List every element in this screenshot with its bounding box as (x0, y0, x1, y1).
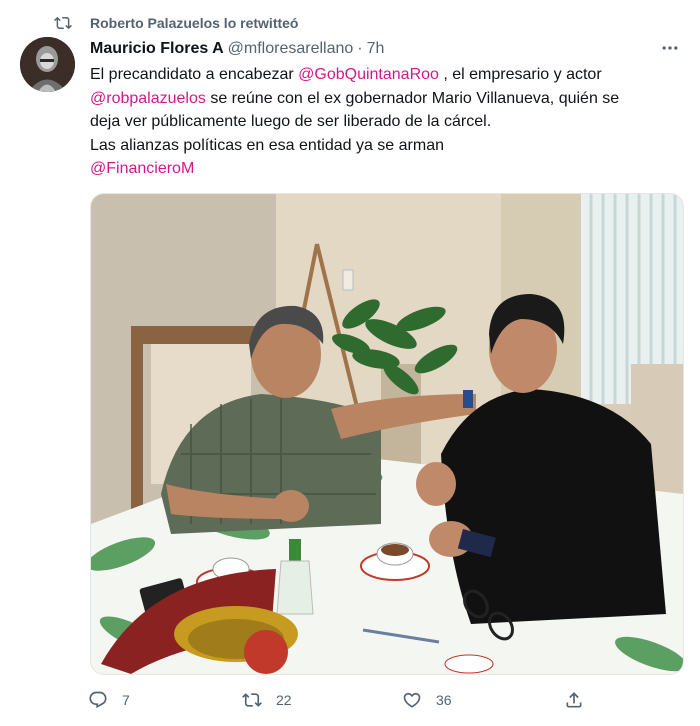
text-segment: se reúne con el ex gobernador Mario Vill… (205, 89, 620, 107)
retweeted-by-text: Roberto Palazuelos lo retwitteó (90, 15, 299, 31)
mention-gobquintanaroo[interactable]: @GobQuintanaRoo (298, 66, 439, 83)
tweet-actions: 7 22 36 (88, 686, 608, 714)
reply-count: 7 (122, 692, 130, 708)
reply-button[interactable]: 7 (88, 686, 130, 714)
retweet-button[interactable]: 22 (242, 686, 292, 714)
mention-robpalazuelos[interactable]: @robpalazuelos (90, 90, 206, 107)
share-icon (566, 692, 582, 708)
avatar[interactable] (20, 37, 75, 92)
header-separator: · (357, 40, 363, 57)
author-handle[interactable]: @mfloresarellano (228, 40, 354, 58)
tweet-line-1: El precandidato a encabezar @GobQuintana… (90, 63, 690, 87)
tweet-timestamp[interactable]: 7h (367, 40, 385, 58)
retweet-icon (242, 693, 262, 707)
share-button[interactable] (564, 686, 598, 714)
author-name[interactable]: Mauricio Flores A (90, 40, 224, 58)
tweet-line-3: deja ver públicamente luego de ser liber… (90, 113, 492, 130)
retweet-icon (54, 16, 72, 30)
tweet[interactable]: Roberto Palazuelos lo retwitteó Mauricio… (0, 0, 700, 726)
text-segment: El precandidato a encabezar (90, 66, 299, 83)
tweet-text: El precandidato a encabezar @GobQuintana… (90, 63, 690, 181)
like-button[interactable]: 36 (402, 686, 452, 714)
tweet-line-2: @robpalazuelos se reúne con el ex gobern… (90, 87, 690, 111)
tweet-photo[interactable] (90, 193, 684, 675)
reply-icon (89, 691, 107, 709)
retweeted-by-label[interactable]: Roberto Palazuelos lo retwitteó (54, 12, 298, 34)
mention-financierom[interactable]: @FinancieroM (90, 160, 194, 177)
tweet-line-4: Las alianzas políticas en esa entidad ya… (90, 136, 444, 154)
retweet-count: 22 (276, 692, 292, 708)
text-segment: , el empresario y actor (438, 66, 602, 83)
more-options-button[interactable] (656, 37, 684, 59)
tweet-header: Mauricio Flores A @mfloresarellano · 7h (90, 38, 384, 60)
like-count: 36 (436, 692, 452, 708)
tweet-line-5: @FinancieroM (90, 157, 690, 181)
heart-icon (403, 692, 421, 708)
more-options-icon (662, 46, 678, 50)
